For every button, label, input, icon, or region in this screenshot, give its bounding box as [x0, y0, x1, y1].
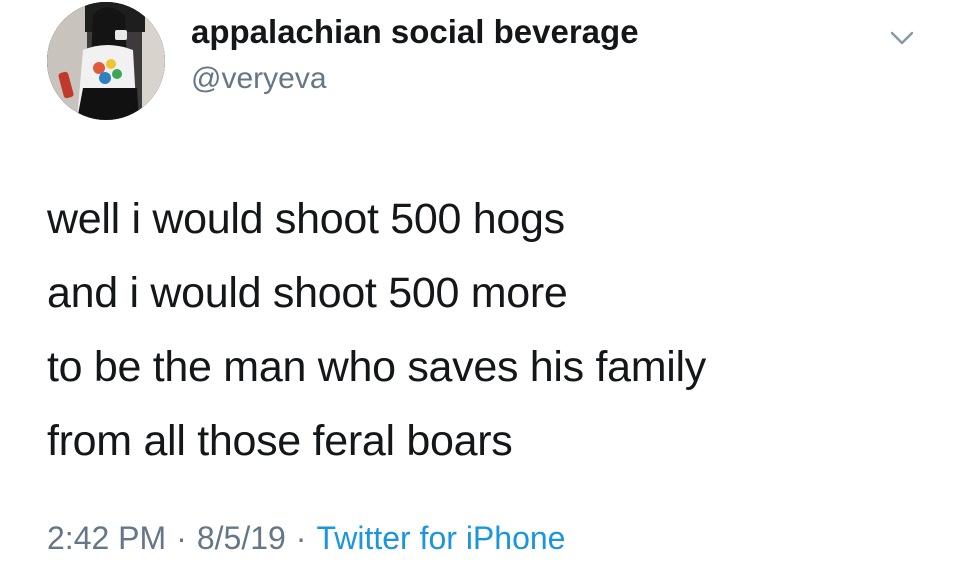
- meta-separator: ·: [295, 520, 307, 556]
- tweet-text: well i would shoot 500 hogs and i would …: [47, 182, 927, 478]
- tweet-time[interactable]: 2:42 PM: [47, 520, 166, 556]
- avatar[interactable]: [47, 2, 165, 120]
- user-handle[interactable]: @veryeva: [191, 62, 327, 96]
- chevron-down-icon[interactable]: [884, 20, 920, 56]
- meta-separator: ·: [176, 520, 187, 556]
- tweet-meta: 2:42 PM · 8/5/19 · Twitter for iPhone: [47, 520, 565, 557]
- tweet-line: and i would shoot 500 more: [47, 269, 568, 317]
- tweet-line: to be the man who saves his family: [47, 343, 707, 391]
- profile-photo-icon: [47, 2, 165, 120]
- tweet-source-link[interactable]: Twitter for iPhone: [316, 520, 565, 556]
- tweet-line: well i would shoot 500 hogs: [47, 195, 565, 243]
- tweet-line: from all those feral boars: [47, 417, 513, 465]
- display-name[interactable]: appalachian social beverage: [191, 13, 639, 51]
- tweet-date[interactable]: 8/5/19: [197, 520, 286, 556]
